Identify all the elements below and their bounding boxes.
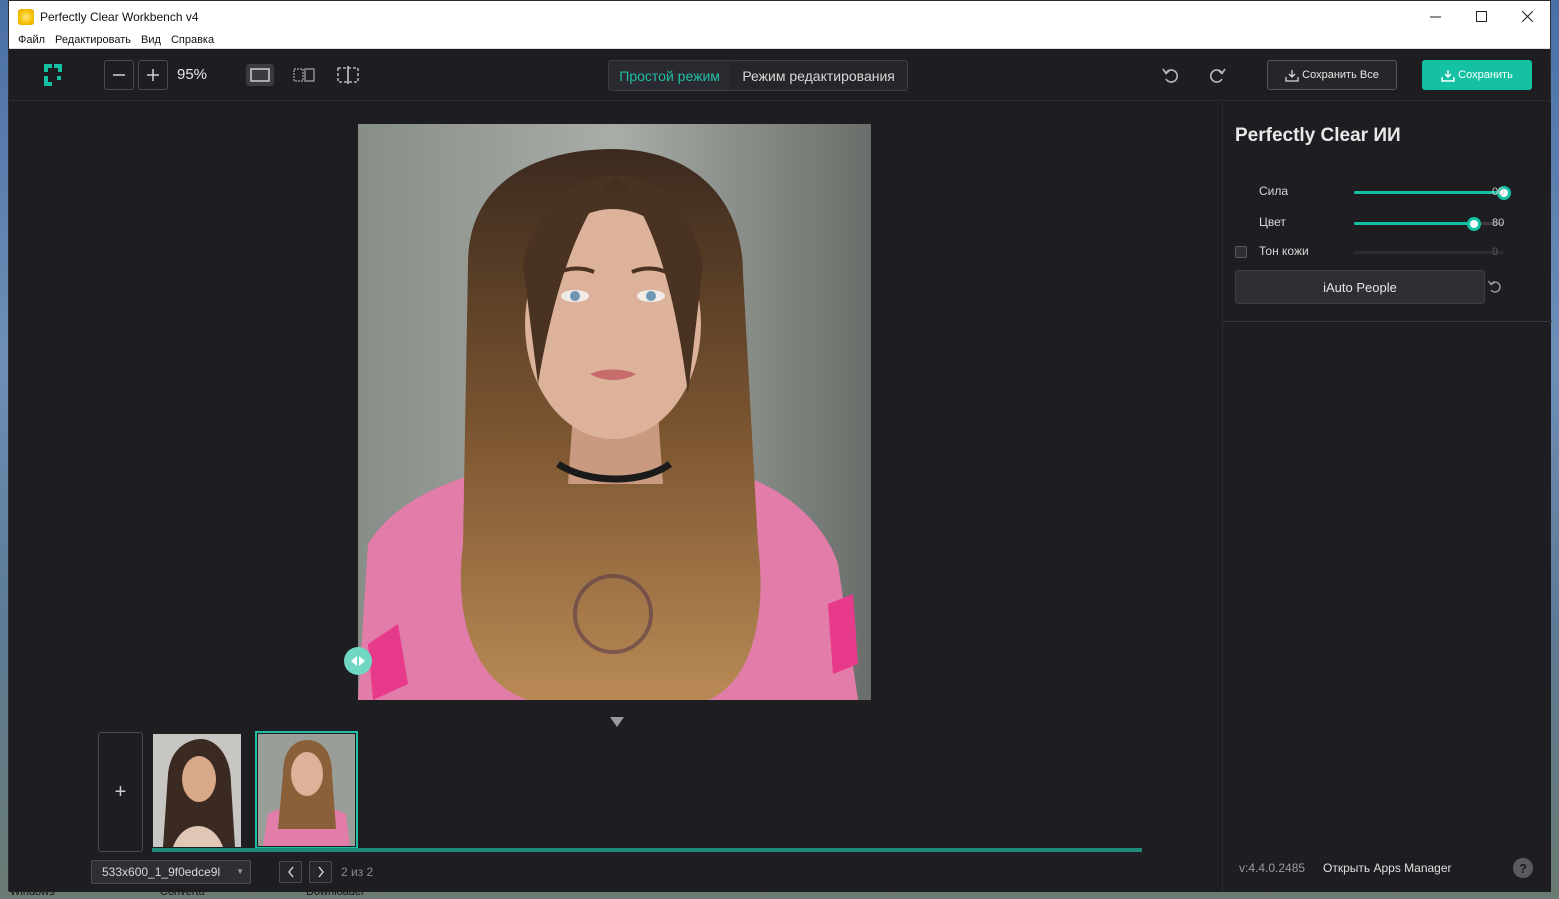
chevron-left-icon (287, 866, 294, 878)
file-name: 533x600_1_9f0edce9l (102, 865, 221, 879)
app-window: Perfectly Clear Workbench v4 Файл Редакт… (8, 0, 1552, 892)
menu-file[interactable]: Файл (13, 34, 50, 46)
slider-track[interactable] (1354, 186, 1511, 200)
preset-button[interactable]: iAuto People (1235, 270, 1485, 304)
preview-image[interactable] (358, 124, 871, 700)
compare-slider-handle[interactable] (344, 647, 372, 675)
single-view-icon (250, 68, 270, 82)
save-all-label: Сохранить Все (1302, 69, 1379, 81)
window-controls (1412, 1, 1550, 32)
maximize-button[interactable] (1458, 1, 1504, 32)
app-icon (18, 8, 34, 25)
left-right-arrows-icon (351, 656, 365, 666)
undo-icon (1162, 68, 1178, 83)
reset-icon[interactable] (1487, 279, 1503, 295)
open-apps-manager-link[interactable]: Открыть Apps Manager (1323, 861, 1452, 875)
close-icon (1521, 11, 1533, 22)
menu-view[interactable]: Вид (136, 34, 166, 46)
thumbnail-image (258, 734, 355, 846)
thumbnail-1[interactable] (153, 734, 241, 847)
app-logo-icon[interactable] (42, 62, 64, 88)
skin-tone-checkbox[interactable] (1235, 246, 1247, 258)
thumbnail-image (153, 734, 241, 847)
save-all-button[interactable]: Сохранить Все (1267, 60, 1397, 90)
single-view-button[interactable] (246, 64, 274, 86)
menu-edit[interactable]: Редактировать (50, 34, 136, 46)
download-icon (1285, 69, 1299, 82)
next-image-button[interactable] (309, 861, 332, 883)
slider-fill (1354, 222, 1474, 225)
plus-icon (147, 69, 159, 81)
toolbar: 95% Простой режим Режим редактирования С… (9, 50, 1550, 101)
redo-icon (1210, 68, 1226, 83)
minus-icon (113, 74, 125, 76)
minimize-button[interactable] (1412, 1, 1458, 32)
slider-value: 00 (1492, 186, 1505, 198)
help-icon[interactable]: ? (1513, 858, 1533, 878)
close-button[interactable] (1504, 1, 1550, 32)
title-bar[interactable]: Perfectly Clear Workbench v4 (9, 1, 1550, 32)
portrait-photo (358, 124, 871, 700)
zoom-in-button[interactable] (138, 60, 168, 90)
page-count: 2 из 2 (341, 865, 374, 879)
save-button[interactable]: Сохранить (1422, 60, 1532, 90)
mode-switch: Простой режим Режим редактирования (608, 60, 908, 91)
slider-skin-tone: Тон кожи 0 (1223, 242, 1552, 262)
split-view-icon (293, 68, 315, 82)
image-canvas[interactable]: + 533x600_1_9f0edce9l ▼ 2 из 2 (9, 102, 1222, 892)
chevron-right-icon (317, 866, 324, 878)
file-select[interactable]: 533x600_1_9f0edce9l ▼ (91, 860, 251, 884)
slider-fill (1354, 191, 1504, 194)
window-title: Perfectly Clear Workbench v4 (40, 9, 199, 24)
version-label: v:4.4.0.2485 (1239, 861, 1306, 875)
settings-panel: Perfectly Clear ИИ Сила 00 Цвет 80 Тон к… (1222, 102, 1552, 892)
thumbnail-2[interactable] (255, 731, 358, 849)
slider-label: Тон кожи (1259, 244, 1309, 258)
slider-strength: Сила 00 (1223, 182, 1552, 202)
minimize-icon (1429, 16, 1441, 18)
tab-edit-mode[interactable]: Режим редактирования (730, 61, 907, 90)
split-compare-view-button[interactable] (334, 64, 362, 86)
add-image-button[interactable]: + (98, 732, 143, 852)
zoom-level: 95% (177, 66, 208, 83)
slider-color: Цвет 80 (1223, 213, 1552, 233)
slider-value: 0 (1492, 246, 1499, 258)
prev-image-button[interactable] (279, 861, 302, 883)
slider-track[interactable] (1354, 217, 1504, 231)
side-by-side-view-button[interactable] (290, 64, 318, 86)
slider-value: 80 (1492, 217, 1505, 229)
zoom-out-button[interactable] (104, 60, 134, 90)
chevron-down-icon: ▼ (236, 867, 244, 876)
save-label: Сохранить (1458, 69, 1513, 81)
slider-label: Сила (1259, 184, 1289, 198)
menu-help[interactable]: Справка (166, 34, 219, 46)
redo-button[interactable] (1205, 64, 1229, 86)
tab-simple-mode[interactable]: Простой режим (609, 61, 731, 90)
download-icon (1441, 69, 1455, 82)
slider-thumb[interactable] (1467, 217, 1481, 231)
slider-track (1354, 251, 1504, 254)
undo-button[interactable] (1159, 64, 1183, 86)
collapse-filmstrip-arrow-icon[interactable] (610, 717, 624, 727)
compare-view-icon (337, 66, 359, 84)
panel-divider (1223, 321, 1552, 322)
filmstrip-scrollbar[interactable] (152, 848, 1142, 852)
panel-title: Perfectly Clear ИИ (1235, 125, 1401, 146)
slider-label: Цвет (1259, 215, 1286, 229)
maximize-icon (1475, 11, 1487, 22)
menu-bar: Файл Редактировать Вид Справка (9, 32, 1550, 49)
